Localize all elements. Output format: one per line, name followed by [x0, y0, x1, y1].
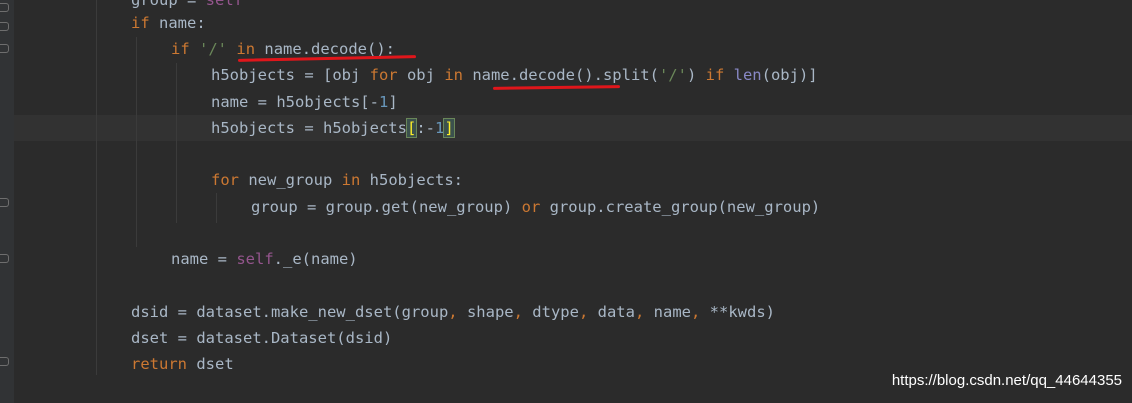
code-line: dsid = dataset.make_new_dset(group, shap… [131, 303, 775, 321]
code-line: return dset [131, 355, 234, 373]
bracket-highlight: ] [443, 118, 455, 138]
code-editor[interactable]: group = self if name: if '/' in name.dec… [0, 0, 1132, 403]
code-line: h5objects = h5objects[:-1] [211, 118, 455, 138]
code-line: h5objects = [obj for obj in name.decode(… [211, 66, 818, 84]
code-line: dset = dataset.Dataset(dsid) [131, 329, 393, 347]
code-line: name = self._e(name) [171, 250, 358, 268]
code-line: for new_group in h5objects: [211, 171, 463, 189]
code-line: if name: [131, 14, 206, 32]
watermark: https://blog.csdn.net/qq_44644355 [891, 372, 1122, 389]
code-line: group = group.get(new_group) or group.cr… [251, 198, 821, 216]
code-line: name = h5objects[-1] [211, 93, 398, 111]
bracket-highlight: [ [405, 118, 418, 138]
